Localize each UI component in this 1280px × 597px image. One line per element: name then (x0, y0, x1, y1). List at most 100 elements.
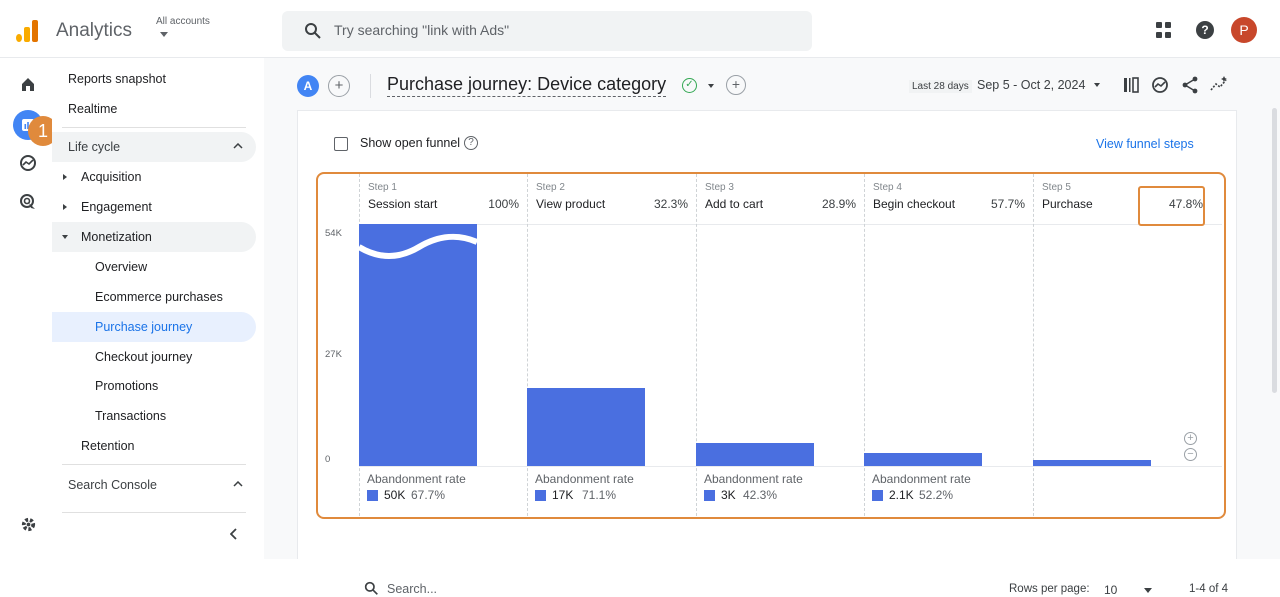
date-range-tag: Last 28 days (909, 80, 972, 93)
nav-divider (62, 464, 246, 465)
search-placeholder: Try searching "link with Ads" (334, 22, 510, 38)
abandonment-swatch (535, 490, 546, 501)
step-number: Step 1 (368, 182, 397, 193)
comparison-chip[interactable]: A (297, 75, 319, 97)
title-caret-down-icon[interactable] (708, 84, 714, 88)
abandonment-rate-label: Abandonment rate (872, 472, 971, 486)
abandonment-value: 17K (552, 488, 574, 502)
main-content: A + Purchase journey: Device category ✓ … (264, 58, 1280, 597)
avatar[interactable]: P (1231, 17, 1257, 43)
collapse-chevron-left-icon[interactable] (230, 528, 238, 540)
side-nav: Reports snapshot Realtime Life cycle Acq… (52, 58, 264, 559)
rows-per-page-caret-icon[interactable] (1144, 588, 1152, 593)
funnel-card: Show open funnel ? View funnel steps 54K… (297, 110, 1237, 597)
pagination-range: 1-4 of 4 (1189, 583, 1228, 595)
step-name: Begin checkout (873, 197, 956, 211)
analytics-logo-icon[interactable] (16, 18, 40, 42)
header-separator (370, 74, 371, 98)
add-comparison-button[interactable]: + (328, 75, 350, 97)
nav-realtime[interactable]: Realtime (68, 102, 117, 116)
trend-sparkle-icon[interactable] (1209, 75, 1229, 95)
nav-retention[interactable]: Retention (81, 439, 135, 453)
help-icon[interactable]: ? (1196, 21, 1214, 39)
funnel-chart: 54K 27K 0 Step 1 Session start 100% Aban… (316, 172, 1226, 519)
zoom-out-icon[interactable]: − (1184, 448, 1197, 461)
settings-gear-icon[interactable] (20, 516, 37, 533)
nav-divider (62, 512, 246, 513)
home-icon[interactable] (20, 76, 36, 92)
step-name: View product (536, 197, 606, 211)
nav-lifecycle[interactable]: Life cycle (68, 140, 120, 154)
nav-overview[interactable]: Overview (95, 260, 147, 274)
nav-checkout-journey[interactable]: Checkout journey (95, 350, 192, 364)
nav-monetization[interactable]: Monetization (81, 230, 152, 244)
insights-icon[interactable] (1150, 75, 1170, 95)
share-icon[interactable] (1180, 75, 1200, 95)
page-title[interactable]: Purchase journey: Device category (387, 74, 667, 97)
show-open-funnel-checkbox[interactable] (334, 137, 348, 151)
step-percent: 57.7% (990, 197, 1025, 211)
abandonment-value: 50K (384, 488, 406, 502)
nav-transactions[interactable]: Transactions (95, 409, 166, 423)
zoom-in-icon[interactable]: + (1184, 432, 1197, 445)
caret-down-icon[interactable] (62, 235, 68, 239)
nav-purchase-journey[interactable]: Purchase journey (95, 320, 192, 334)
chevron-up-icon[interactable] (233, 143, 243, 149)
caret-right-icon[interactable] (63, 204, 67, 210)
abandonment-percent: 42.3% (743, 488, 778, 502)
step-percent: 28.9% (821, 197, 856, 211)
step-number: Step 3 (705, 182, 734, 193)
funnel-bar-4[interactable] (864, 453, 982, 466)
date-caret-down-icon[interactable] (1094, 83, 1100, 87)
compare-icon[interactable] (1121, 75, 1141, 95)
y-tick-label: 0 (325, 454, 331, 465)
search-bar[interactable]: Try searching "link with Ads" (282, 11, 812, 51)
y-tick-label: 27K (325, 349, 342, 360)
rows-per-page-select[interactable]: 10 (1104, 583, 1117, 597)
purchase-rate-highlight (1138, 186, 1205, 226)
search-icon (364, 581, 378, 595)
abandonment-swatch (367, 490, 378, 501)
report-header: A + Purchase journey: Device category ✓ … (264, 58, 1280, 110)
nav-search-console[interactable]: Search Console (68, 478, 157, 492)
step-name: Add to cart (705, 197, 764, 211)
funnel-bar-3[interactable] (696, 443, 814, 466)
scrollbar[interactable] (1272, 108, 1277, 393)
step-number: Step 2 (536, 182, 565, 193)
nav-ecommerce-purchases[interactable]: Ecommerce purchases (95, 290, 223, 304)
abandonment-value: 2.1K (889, 488, 914, 502)
nav-engagement[interactable]: Engagement (81, 200, 152, 214)
account-selector[interactable]: All accounts (156, 16, 210, 27)
table-search-input[interactable]: Search... (387, 582, 437, 596)
view-funnel-steps-link[interactable]: View funnel steps (1096, 137, 1194, 151)
y-tick-label: 54K (325, 228, 342, 239)
abandonment-swatch (872, 490, 883, 501)
abandonment-percent: 67.7% (411, 488, 446, 502)
nav-reports-snapshot[interactable]: Reports snapshot (68, 72, 166, 86)
nav-promotions[interactable]: Promotions (95, 379, 158, 393)
abandonment-percent: 71.1% (582, 488, 617, 502)
funnel-bar-5[interactable] (1033, 460, 1151, 466)
abandonment-value: 3K (721, 488, 736, 502)
apps-grid-icon[interactable] (1156, 22, 1172, 38)
account-caret-icon[interactable] (160, 32, 168, 37)
abandonment-percent: 52.2% (919, 488, 954, 502)
add-filter-button[interactable]: + (726, 75, 746, 95)
show-open-funnel-label[interactable]: Show open funnel (360, 136, 460, 150)
check-circle-icon[interactable]: ✓ (682, 78, 697, 93)
advertising-icon[interactable] (19, 193, 37, 211)
abandonment-rate-label: Abandonment rate (704, 472, 803, 486)
abandonment-rate-label: Abandonment rate (367, 472, 466, 486)
abandonment-swatch (704, 490, 715, 501)
nav-acquisition[interactable]: Acquisition (81, 170, 141, 184)
search-icon (305, 23, 321, 39)
help-circle-icon[interactable]: ? (464, 136, 478, 150)
funnel-bar-2[interactable] (527, 388, 645, 466)
chevron-up-icon[interactable] (233, 481, 243, 487)
step-percent: 100% (488, 197, 519, 211)
date-range[interactable]: Sep 5 - Oct 2, 2024 (977, 78, 1085, 92)
step-name: Purchase (1042, 197, 1093, 211)
caret-right-icon[interactable] (63, 174, 67, 180)
step-number: Step 5 (1042, 182, 1071, 193)
explore-icon[interactable] (19, 154, 37, 172)
